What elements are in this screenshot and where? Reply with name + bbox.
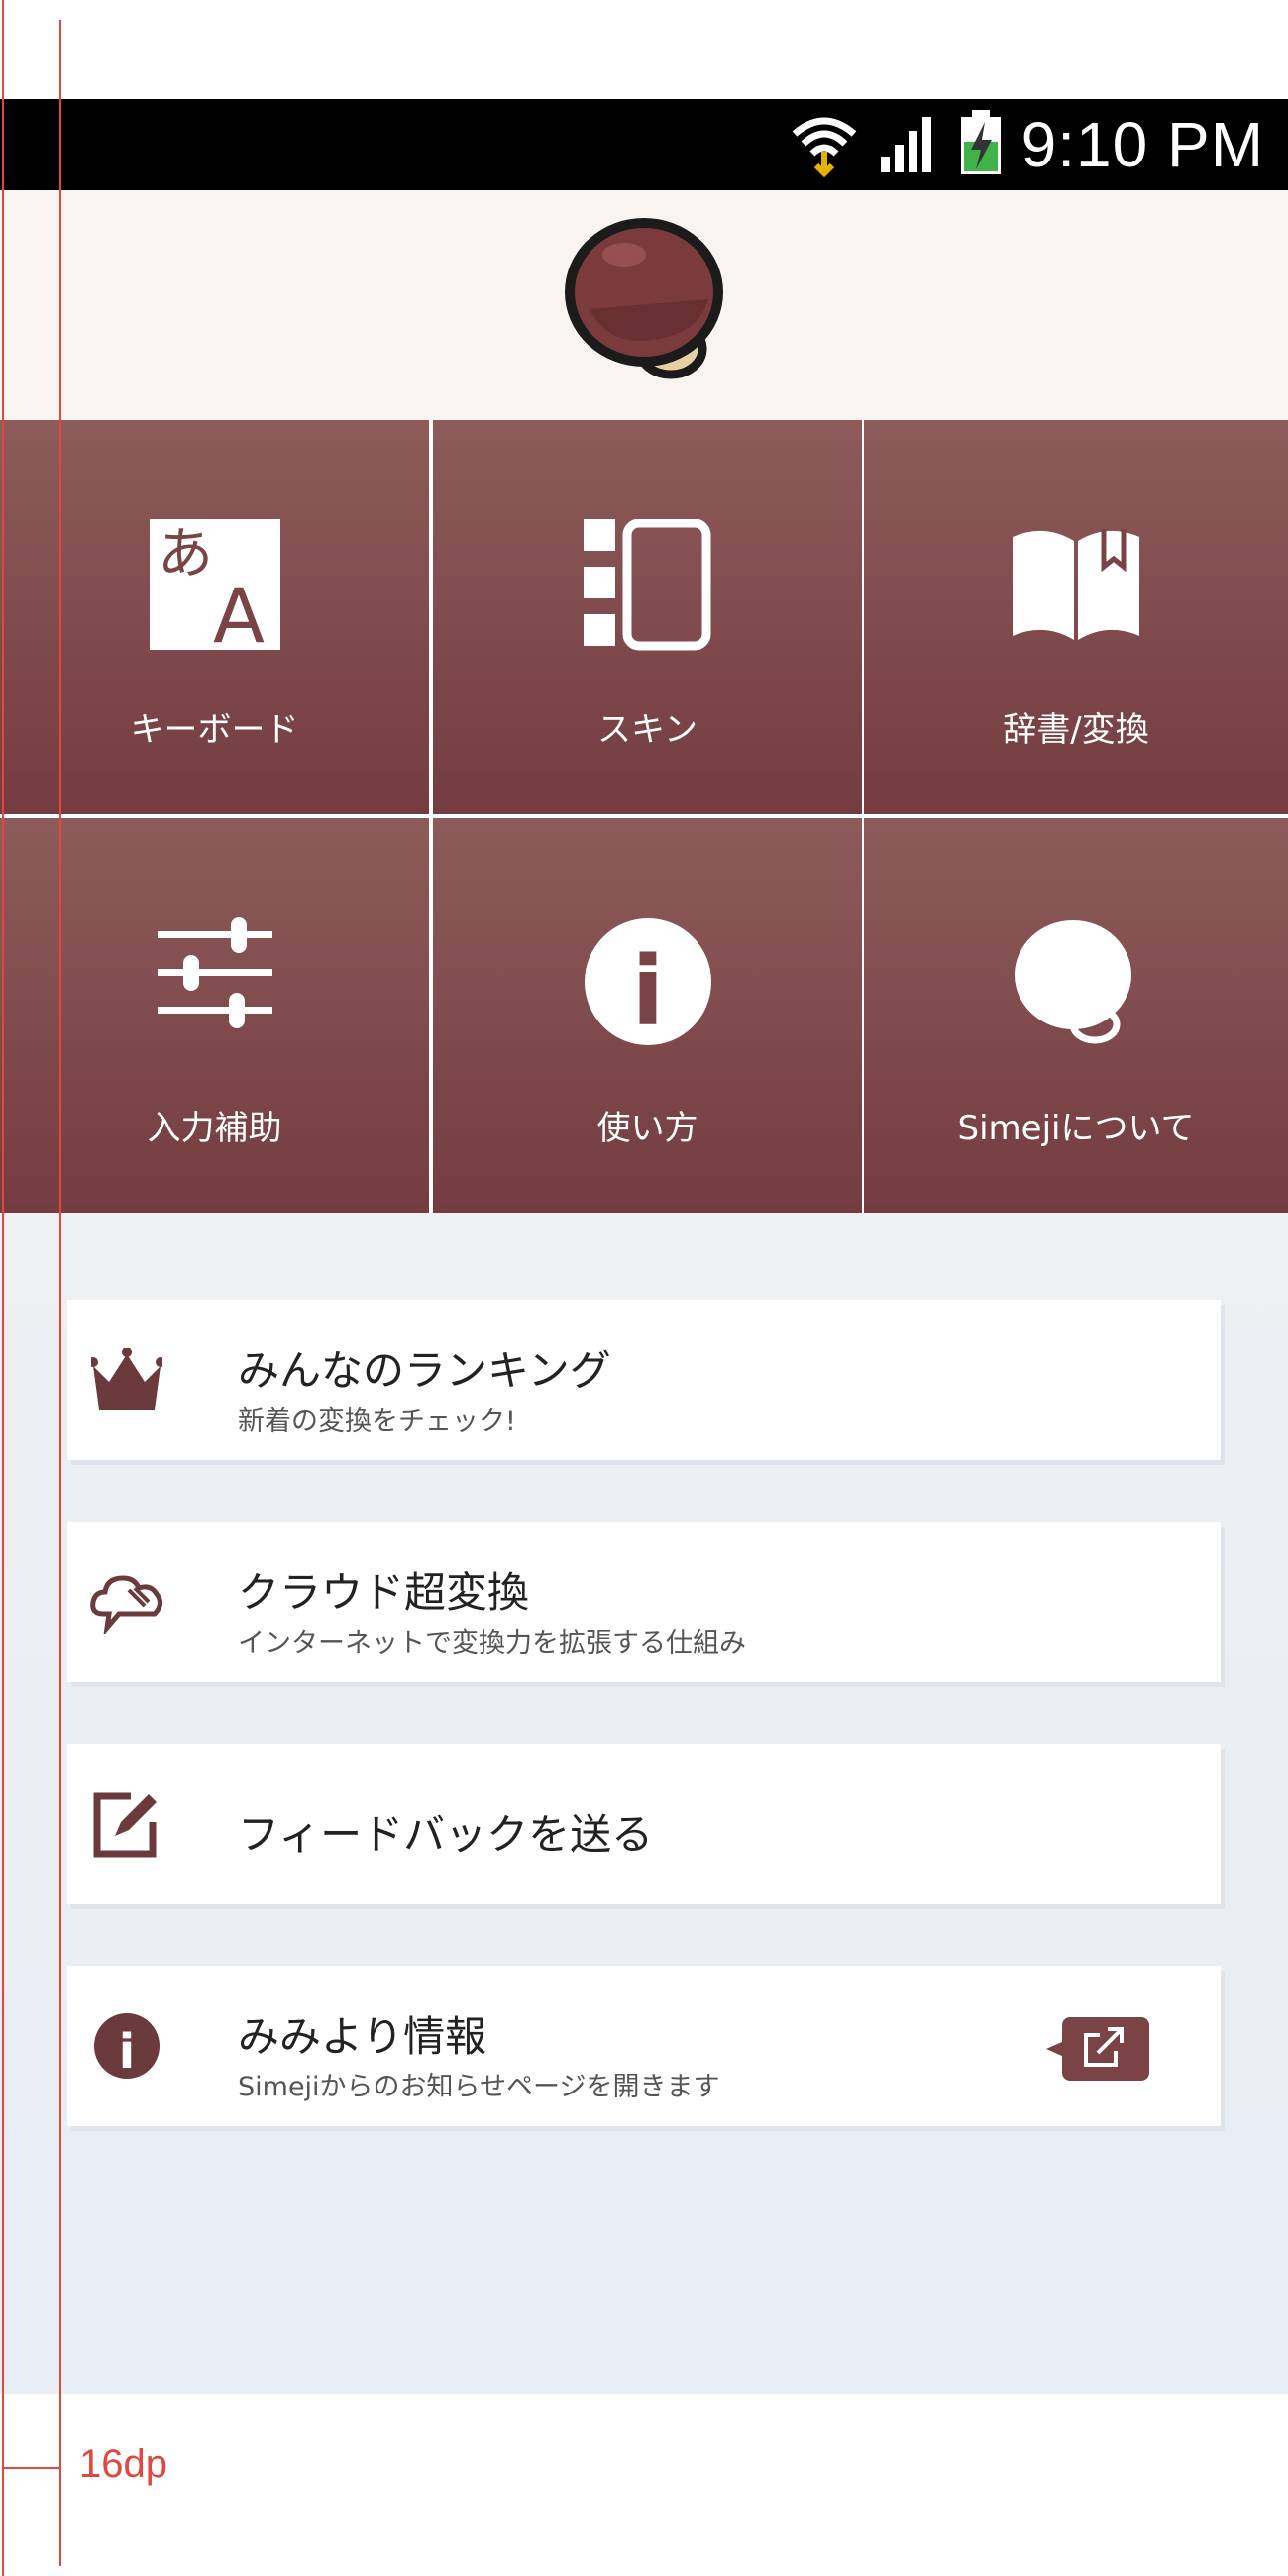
card-feedback[interactable]: フィードバックを送る bbox=[67, 1744, 1221, 1904]
card-cloud-conversion[interactable]: クラウド超変換 インターネットで変換力を拡張する仕組み bbox=[67, 1522, 1221, 1682]
card-subtitle-cloud: インターネットで変換力を拡張する仕組み bbox=[238, 1628, 746, 1659]
tile-label-skin: スキン bbox=[597, 710, 698, 750]
news-info-icon-glyph: i bbox=[119, 2024, 135, 2080]
signal-icon bbox=[877, 111, 940, 178]
tile-label-input-assist: 入力補助 bbox=[147, 1109, 282, 1148]
guide-measure-tick bbox=[2, 2467, 59, 2469]
tile-skin[interactable]: スキン bbox=[433, 420, 862, 814]
card-title-ranking: みんなのランキング bbox=[238, 1346, 611, 1395]
card-title-cloud: クラウド超変換 bbox=[238, 1568, 530, 1617]
card-title-feedback: フィードバックを送る bbox=[238, 1810, 654, 1859]
app-header bbox=[0, 190, 1288, 420]
card-title-news: みみより情報 bbox=[238, 2012, 487, 2061]
skin-tablet-icon bbox=[433, 519, 862, 653]
info-icon: i bbox=[87, 2006, 166, 2086]
tile-how-to-use[interactable]: i 使い方 bbox=[433, 818, 862, 1213]
info-icon-glyph: i bbox=[631, 936, 664, 1046]
input-sliders-icon bbox=[0, 917, 429, 1051]
battery-icon bbox=[958, 108, 1004, 181]
tile-input-assist[interactable]: 入力補助 bbox=[0, 818, 429, 1213]
dictionary-book-icon bbox=[864, 519, 1288, 653]
card-subtitle-ranking: 新着の変換をチェック! bbox=[238, 1406, 516, 1437]
tile-dictionary[interactable]: 辞書/変換 bbox=[864, 420, 1288, 814]
guide-line-left bbox=[2, 0, 4, 2576]
menu-grid: あ A キーボード スキン 辞書/変換 入力補助 i 使い方 Simejiについ… bbox=[0, 420, 1288, 1213]
status-time: 9:10 PM bbox=[1020, 109, 1264, 180]
card-news[interactable]: i みみより情報 Simejiからのお知らせページを開きます bbox=[67, 1966, 1221, 2126]
keyboard-icon-kana: あ bbox=[158, 522, 213, 587]
keyboard-icon-latin: A bbox=[213, 572, 265, 650]
simeji-logo bbox=[565, 218, 723, 379]
status-icons: 9:10 PM bbox=[790, 99, 1264, 190]
tile-label-about-simeji: Simejiについて bbox=[957, 1109, 1195, 1148]
info-icon: i bbox=[433, 917, 862, 1051]
guide-label-16dp: 16dp bbox=[79, 2442, 167, 2486]
guide-line-16dp bbox=[59, 20, 61, 2566]
tile-label-dictionary: 辞書/変換 bbox=[1003, 710, 1149, 750]
tile-about-simeji[interactable]: Simejiについて bbox=[864, 818, 1288, 1213]
crown-icon bbox=[87, 1341, 166, 1420]
wifi-icon bbox=[790, 108, 859, 181]
content-area: みんなのランキング 新着の変換をチェック! クラウド超変換 インターネットで変換… bbox=[0, 1213, 1288, 2394]
tile-keyboard[interactable]: あ A キーボード bbox=[0, 420, 429, 814]
tile-label-keyboard: キーボード bbox=[130, 710, 299, 750]
status-bar: 9:10 PM bbox=[0, 99, 1288, 190]
simeji-logo-icon bbox=[864, 917, 1288, 1051]
keyboard-language-icon: あ A bbox=[0, 519, 429, 653]
card-subtitle-news: Simejiからのお知らせページを開きます bbox=[238, 2072, 720, 2102]
card-ranking[interactable]: みんなのランキング 新着の変換をチェック! bbox=[67, 1300, 1221, 1460]
cloud-icon bbox=[87, 1562, 166, 1642]
tile-label-how-to-use: 使い方 bbox=[596, 1109, 698, 1148]
external-link-icon[interactable] bbox=[1046, 2017, 1149, 2081]
edit-icon bbox=[87, 1784, 166, 1864]
